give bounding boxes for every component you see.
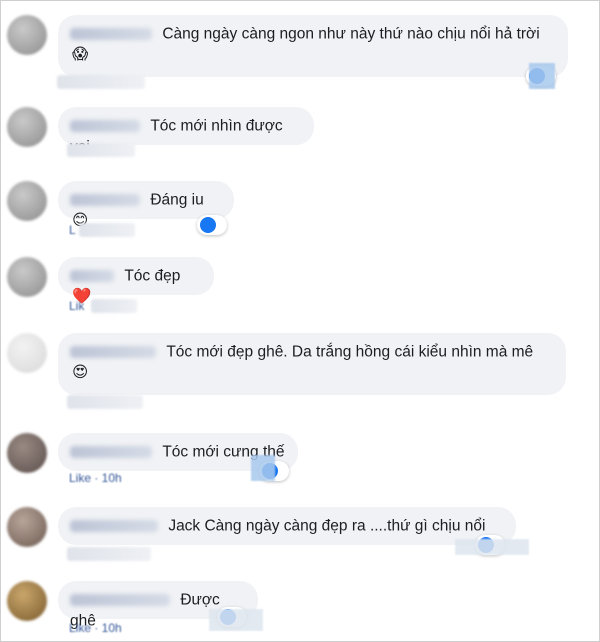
author-name[interactable] bbox=[70, 593, 170, 606]
heart-eyes-emoji-icon: 😍 bbox=[72, 364, 89, 382]
blur-patch bbox=[209, 609, 263, 631]
avatar[interactable] bbox=[7, 333, 47, 373]
comment-bubble: Tóc mới nhìn được vai bbox=[58, 107, 314, 156]
avatar[interactable] bbox=[7, 257, 47, 297]
author-name[interactable] bbox=[70, 519, 158, 532]
comment-text: Tóc đẹp bbox=[124, 267, 181, 285]
author-name[interactable] bbox=[70, 27, 152, 40]
comment-actions[interactable] bbox=[67, 547, 151, 561]
author-name[interactable] bbox=[70, 345, 156, 358]
comment-actions[interactable] bbox=[57, 75, 145, 89]
author-name[interactable] bbox=[70, 193, 140, 206]
like-link[interactable]: L bbox=[69, 223, 76, 237]
avatar[interactable] bbox=[7, 581, 47, 621]
reaction-count[interactable] bbox=[197, 215, 227, 235]
author-name[interactable] bbox=[70, 269, 114, 282]
like-link[interactable]: Lik bbox=[69, 299, 84, 313]
comment-bubble: Tóc đẹp ❤️ bbox=[58, 257, 214, 305]
avatar[interactable] bbox=[7, 15, 47, 55]
comment-bubble: Đáng iu 😊 bbox=[58, 181, 234, 229]
comment-actions[interactable] bbox=[67, 395, 143, 409]
avatar[interactable] bbox=[7, 107, 47, 147]
comment-actions[interactable] bbox=[91, 299, 137, 313]
blur-patch bbox=[529, 63, 555, 89]
comment-bubble: Jack Càng ngày càng đẹp ra ....thứ gì ch… bbox=[58, 507, 516, 545]
comment-actions[interactable] bbox=[67, 143, 135, 157]
like-icon bbox=[200, 217, 216, 233]
blur-patch bbox=[455, 539, 529, 555]
avatar[interactable] bbox=[7, 181, 47, 221]
comment-bubble: Càng ngày càng ngon như này thứ nào chịu… bbox=[58, 15, 568, 77]
comment-thread: Càng ngày càng ngon như này thứ nào chịu… bbox=[0, 0, 600, 642]
like-link[interactable]: Like · 10h bbox=[69, 621, 122, 635]
blur-patch bbox=[251, 455, 275, 481]
avatar[interactable] bbox=[7, 433, 47, 473]
avatar[interactable] bbox=[7, 507, 47, 547]
like-link[interactable]: Like · 10h bbox=[69, 471, 122, 485]
author-name[interactable] bbox=[70, 119, 140, 132]
scream-emoji-icon: 😱 bbox=[72, 46, 89, 64]
comment-text: Jack Càng ngày càng đẹp ra ....thứ gì ch… bbox=[168, 517, 486, 535]
comment-text: Đáng iu bbox=[150, 191, 204, 209]
author-name[interactable] bbox=[70, 445, 152, 458]
comment-actions[interactable] bbox=[79, 223, 135, 237]
comment-bubble: Tóc mới đẹp ghê. Da trắng hồng cái kiểu … bbox=[58, 333, 566, 395]
comment-text: Tóc mới đẹp ghê. Da trắng hồng cái kiểu … bbox=[166, 343, 534, 361]
comment-text: Càng ngày càng ngon như này thứ nào chịu… bbox=[162, 25, 540, 43]
